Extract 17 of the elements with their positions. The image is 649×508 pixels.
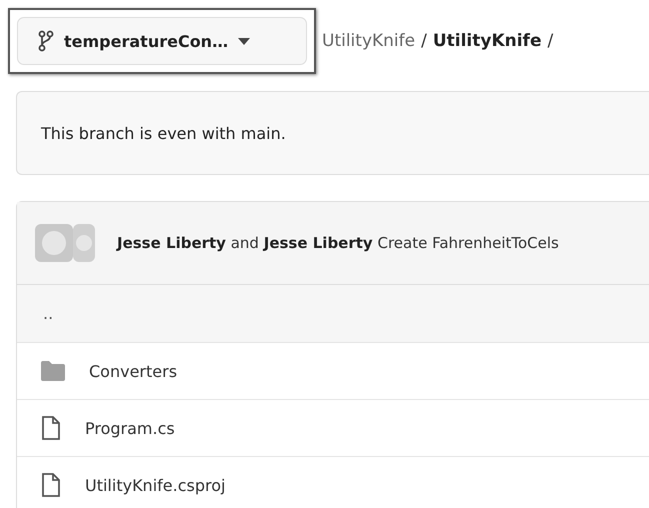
commit-message: Jesse Liberty and Jesse Liberty Create FahrenheitToCels: [117, 234, 559, 252]
file-link[interactable]: UtilityKnife.csproj: [85, 476, 226, 494]
breadcrumb-link[interactable]: UtilityKnife: [432, 31, 542, 51]
notice-text: This branch is even with main.: [41, 124, 286, 142]
file-link[interactable]: Program.cs: [85, 418, 175, 438]
parent-directory-link[interactable]: ..: [43, 304, 54, 323]
branch-icon: [38, 30, 54, 52]
breadcrumb-link[interactable]: UtilityKnife: [322, 31, 416, 51]
file-icon: [41, 473, 61, 497]
avatar-icon: [35, 224, 95, 262]
folder-icon: [41, 361, 65, 381]
file-icon: [41, 416, 61, 440]
caret-icon: [238, 38, 250, 44]
breadcrumb-separator: /: [421, 31, 427, 51]
breadcrumb-separator: /: [547, 31, 554, 51]
file-link[interactable]: Converters: [89, 362, 178, 380]
branch-button[interactable]: temperatureCon…: [17, 17, 307, 65]
